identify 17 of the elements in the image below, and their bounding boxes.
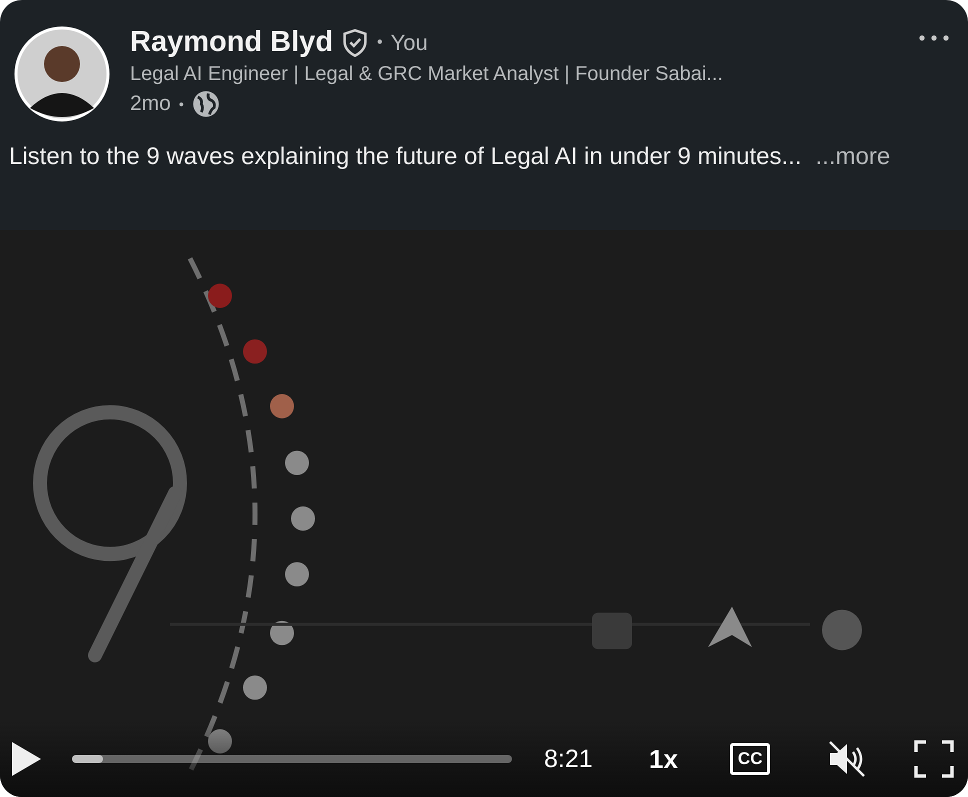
see-more-link[interactable]: ...more [816,143,890,170]
author-headline: Legal AI Engineer | Legal & GRC Market Analyst | Founder Sabai... [130,63,723,86]
fullscreen-button[interactable] [914,740,954,778]
more-icon [918,34,950,42]
author-name[interactable]: Raymond Blyd [130,26,334,59]
relation-label: You [390,30,428,56]
globe-icon [192,90,220,118]
separator-dot: • [377,34,383,52]
separator-dot: • [178,96,184,112]
post-time: 2mo [130,92,171,116]
progress-bar[interactable] [72,755,512,763]
avatar[interactable] [14,26,110,122]
post-text: Listen to the 9 waves explaining the future of Legal AI in under 9 minutes... ...more [8,142,892,172]
captions-button[interactable]: CC [730,743,770,775]
play-button[interactable] [10,741,42,777]
video-duration: 8:21 [544,744,594,774]
playback-speed-button[interactable]: 1x [649,744,678,774]
